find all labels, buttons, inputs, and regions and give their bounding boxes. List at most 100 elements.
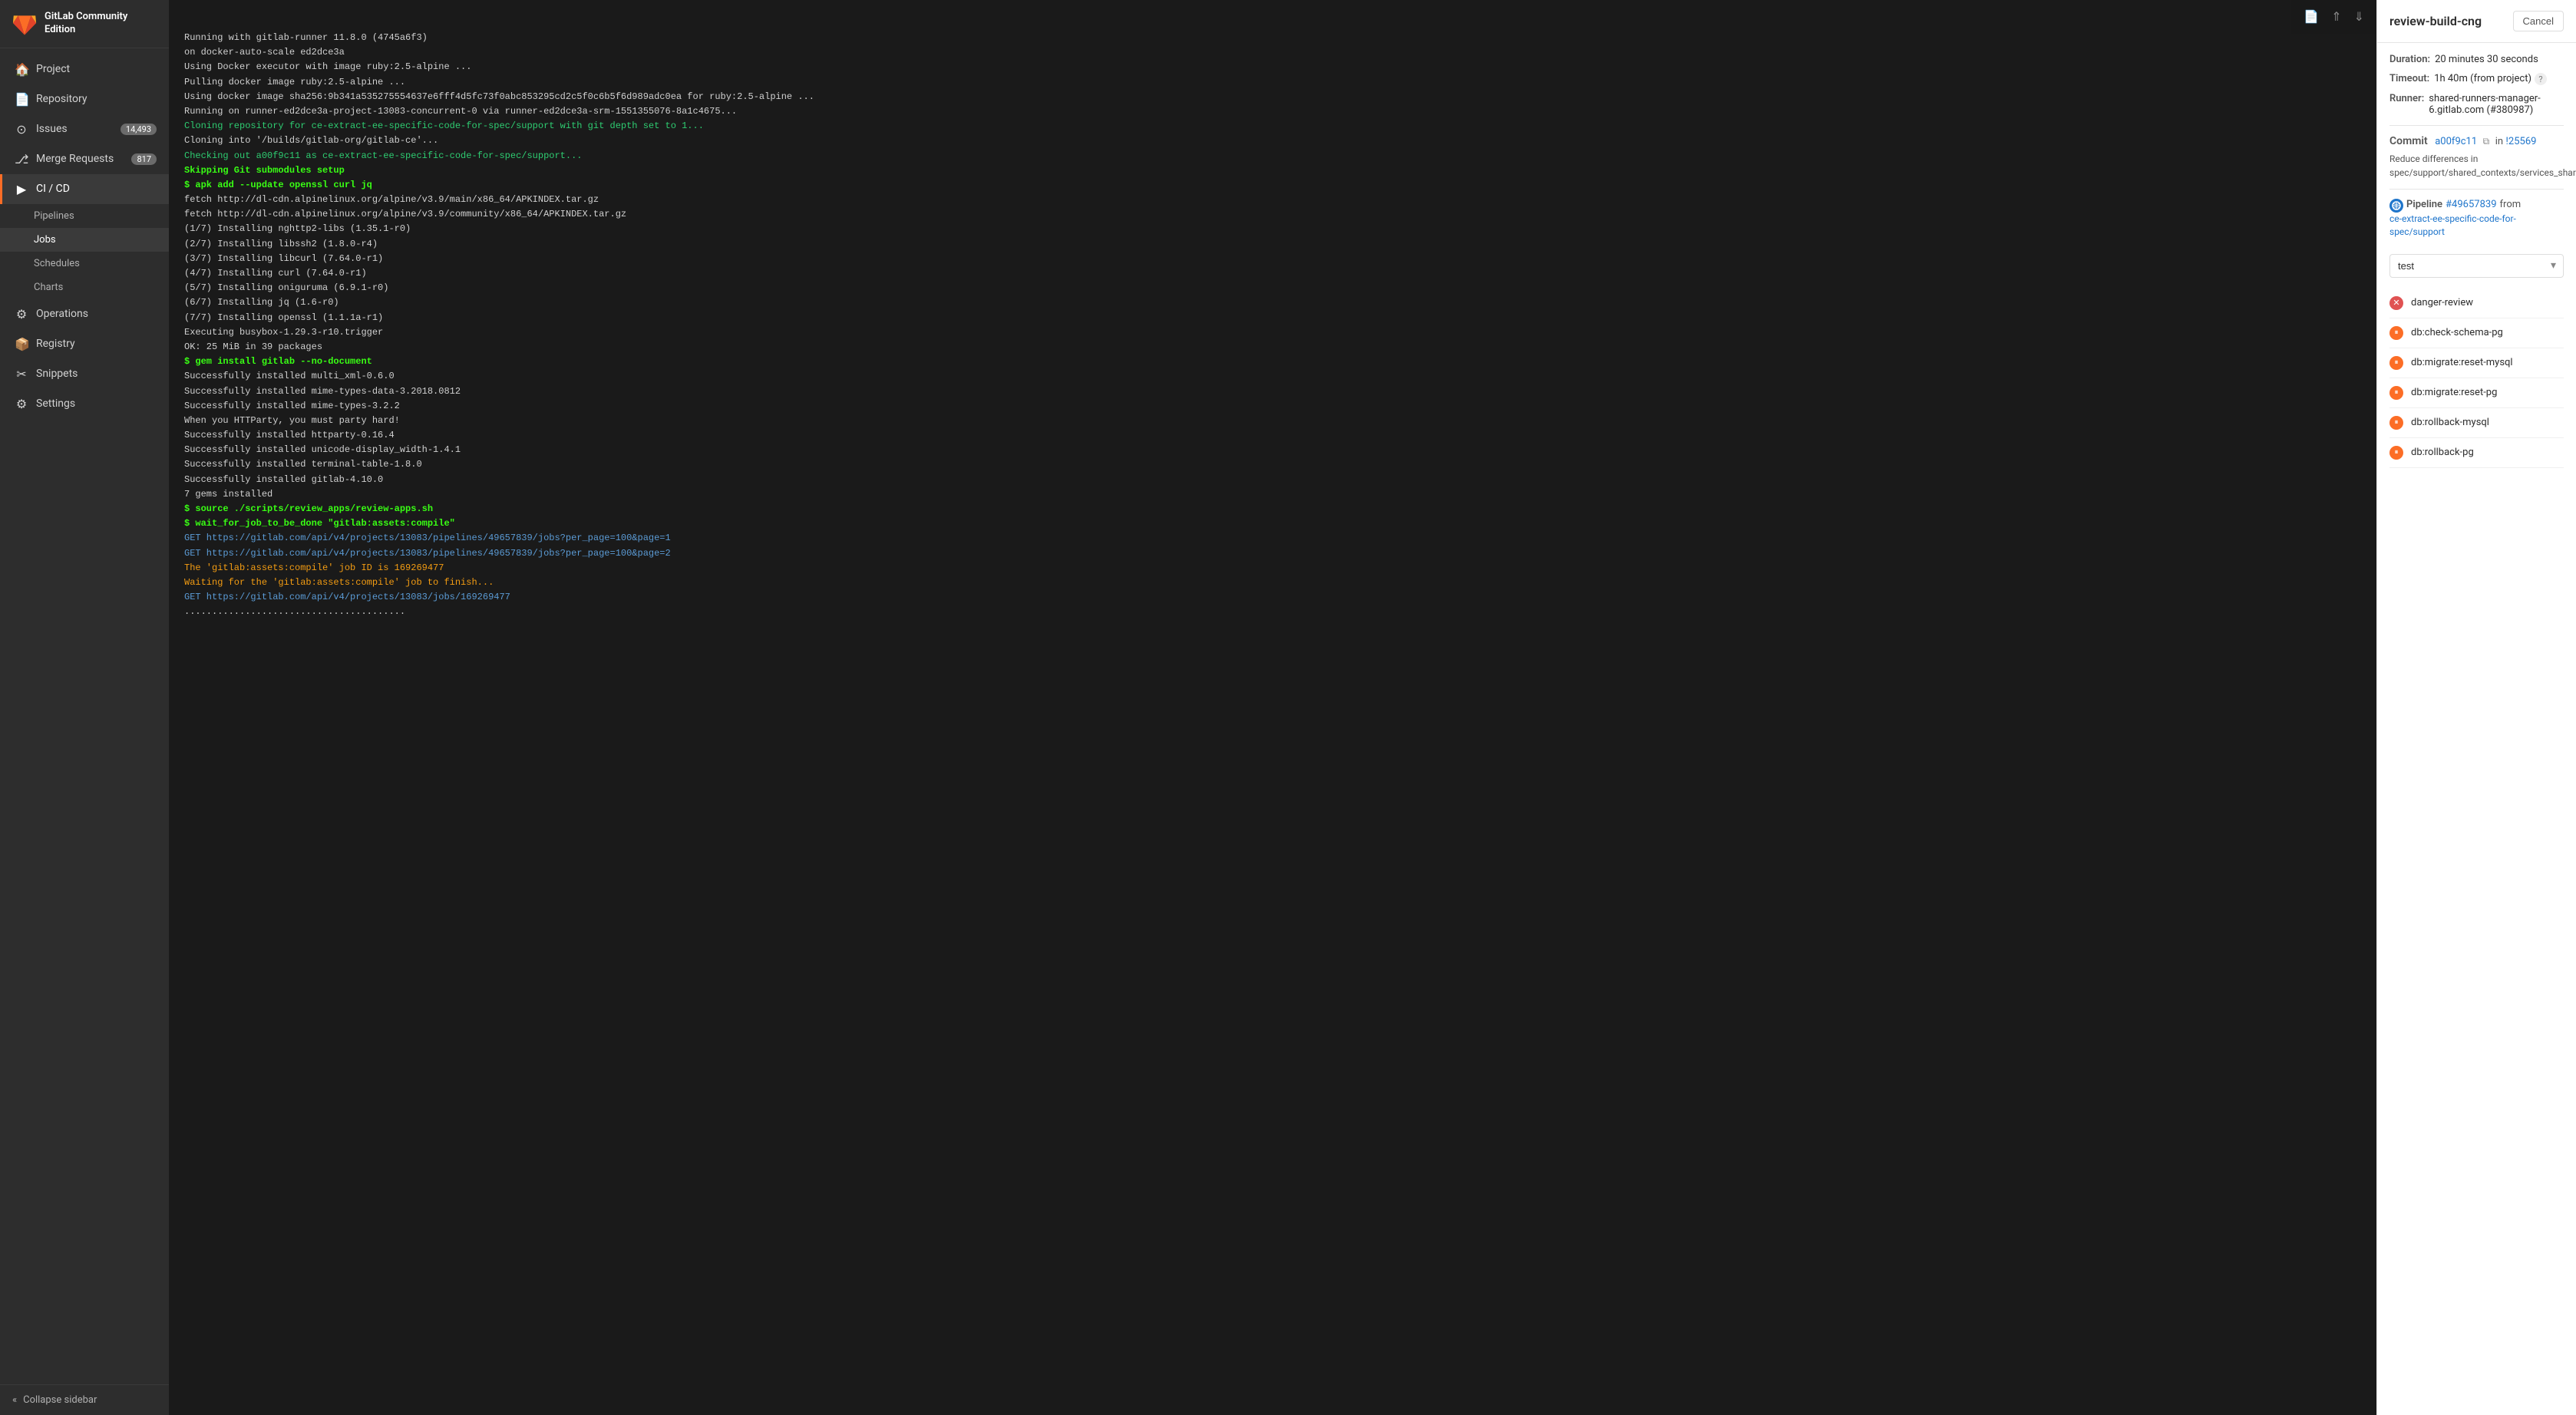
right-panel-header: review-build-cng Cancel <box>2377 0 2576 43</box>
sidebar-item-repository[interactable]: 📄 Repository <box>0 84 169 114</box>
timeout-row: Timeout: 1h 40m (from project) ? <box>2389 73 2564 85</box>
commit-hash-link[interactable]: a00f9c11 <box>2435 136 2477 147</box>
job-list-item[interactable]: ⏸db:migrate:reset-mysql <box>2389 348 2564 378</box>
sidebar-item-operations[interactable]: ⚙ Operations <box>0 299 169 329</box>
sidebar-subitem-jobs[interactable]: Jobs <box>0 228 169 252</box>
terminal-raw-button[interactable]: 📄 <box>2300 6 2322 28</box>
terminal-scroll-bottom-button[interactable]: ⇓ <box>2351 6 2367 28</box>
timeout-label: Timeout: <box>2389 73 2429 84</box>
terminal-line: Pulling docker image ruby:2.5-alpine ... <box>184 75 2361 90</box>
main-area: 📄 ⇑ ⇓ Running with gitlab-runner 11.8.0 … <box>169 0 2576 1415</box>
terminal-line: (3/7) Installing libcurl (7.64.0-r1) <box>184 252 2361 266</box>
issues-icon: ⊙ <box>15 122 28 137</box>
terminal-line: GET https://gitlab.com/api/v4/projects/1… <box>184 531 2361 546</box>
stage-select-wrapper: test <box>2389 248 2564 278</box>
job-name: db:migrate:reset-pg <box>2411 387 2497 398</box>
job-list-item[interactable]: ✕danger-review <box>2389 289 2564 318</box>
job-list-item[interactable]: ⏸db:rollback-pg <box>2389 438 2564 468</box>
terminal-line: Successfully installed mime-types-3.2.2 <box>184 399 2361 414</box>
sidebar-nav: 🏠 Project 📄 Repository ⊙ Issues 14,493 ⎇… <box>0 48 169 1384</box>
terminal-line: Waiting for the 'gitlab:assets:compile' … <box>184 576 2361 590</box>
job-list-item[interactable]: ⏸ db:check-schema-pg <box>2389 318 2564 348</box>
job-name: db:migrate:reset-mysql <box>2411 357 2513 368</box>
terminal-scroll-top-button[interactable]: ⇑ <box>2328 6 2344 28</box>
terminal-line: Using Docker executor with image ruby:2.… <box>184 60 2361 74</box>
sidebar-logo[interactable]: GitLab Community Edition <box>0 0 169 48</box>
commit-mr-link[interactable]: !25569 <box>2506 136 2537 147</box>
job-list-item[interactable]: ⏸ db:migrate:reset-pg <box>2389 378 2564 408</box>
sidebar-subitem-schedules[interactable]: Schedules <box>0 252 169 275</box>
terminal-line: Successfully installed multi_xml-0.6.0 <box>184 369 2361 384</box>
merge-requests-icon: ⎇ <box>15 152 28 167</box>
sidebar-item-settings[interactable]: ⚙ Settings <box>0 389 169 419</box>
sidebar-item-registry[interactable]: 📦 Registry <box>0 329 169 359</box>
runner-label: Runner: <box>2389 93 2424 104</box>
terminal-line: Cloning repository for ce-extract-ee-spe… <box>184 119 2361 134</box>
terminal-output[interactable]: Running with gitlab-runner 11.8.0 (4745a… <box>169 0 2376 1415</box>
terminal-line: 7 gems installed <box>184 487 2361 502</box>
terminal-line: on docker-auto-scale ed2dce3a <box>184 45 2361 60</box>
terminal-line: $ apk add --update openssl curl jq <box>184 178 2361 193</box>
runner-value: shared-runners-manager-6.gitlab.com (#38… <box>2429 93 2564 116</box>
job-status-icon: ⏸ <box>2389 416 2403 430</box>
pipeline-globe-icon <box>2389 199 2403 213</box>
sidebar-item-cicd[interactable]: ▶ CI / CD <box>0 174 169 204</box>
terminal-line: fetch http://dl-cdn.alpinelinux.org/alpi… <box>184 207 2361 222</box>
pipeline-section: Pipeline #49657839 from ce-extract-ee-sp… <box>2389 199 2564 239</box>
job-list-item[interactable]: ⏸ db:rollback-mysql <box>2389 408 2564 438</box>
stage-select[interactable]: test <box>2389 254 2564 278</box>
sidebar-bottom: « Collapse sidebar <box>0 1384 169 1415</box>
commit-label: Commit <box>2389 135 2428 147</box>
operations-icon: ⚙ <box>15 307 28 322</box>
pipeline-branch-link[interactable]: ce-extract-ee-specific-code-for-spec/sup… <box>2389 213 2564 239</box>
job-status-icon: ⏸ <box>2389 326 2403 340</box>
terminal-line: (1/7) Installing nghttp2-libs (1.35.1-r0… <box>184 222 2361 236</box>
cicd-icon: ▶ <box>15 182 28 196</box>
terminal-line: (4/7) Installing curl (7.64.0-r1) <box>184 266 2361 281</box>
job-name: db:check-schema-pg <box>2411 327 2503 338</box>
sidebar: GitLab Community Edition 🏠 Project 📄 Rep… <box>0 0 169 1415</box>
cancel-button[interactable]: Cancel <box>2513 11 2564 31</box>
pipeline-row: Pipeline #49657839 from ce-extract-ee-sp… <box>2389 199 2564 239</box>
commit-row: Commit a00f9c11 ⧉ in !25569 <box>2389 135 2564 147</box>
repository-icon: 📄 <box>15 92 28 107</box>
right-panel-body: Duration: 20 minutes 30 seconds Timeout:… <box>2377 43 2576 479</box>
collapse-sidebar-button[interactable]: « Collapse sidebar <box>12 1394 157 1406</box>
terminal-line: Successfully installed httparty-0.16.4 <box>184 428 2361 443</box>
duration-value: 20 minutes 30 seconds <box>2435 54 2538 65</box>
timeout-value: 1h 40m (from project) <box>2434 73 2531 84</box>
divider-2 <box>2389 189 2564 190</box>
terminal-line: Running with gitlab-runner 11.8.0 (4745a… <box>184 31 2361 45</box>
terminal-line: $ wait_for_job_to_be_done "gitlab:assets… <box>184 516 2361 531</box>
terminal-line: Executing busybox-1.29.3-r10.trigger <box>184 325 2361 340</box>
terminal-line: Successfully installed terminal-table-1.… <box>184 457 2361 472</box>
terminal-line: Checking out a00f9c11 as ce-extract-ee-s… <box>184 149 2361 163</box>
duration-label: Duration: <box>2389 54 2430 65</box>
terminal-toolbar: 📄 ⇑ ⇓ <box>2291 0 2376 34</box>
terminal-line: $ source ./scripts/review_apps/review-ap… <box>184 502 2361 516</box>
sidebar-subitem-charts[interactable]: Charts <box>0 275 169 299</box>
job-status-icon: ⏸ <box>2389 446 2403 460</box>
terminal-line: ........................................ <box>184 605 2361 619</box>
sidebar-item-snippets[interactable]: ✂ Snippets <box>0 359 169 389</box>
app-name: GitLab Community Edition <box>45 11 157 37</box>
terminal-line: (2/7) Installing libssh2 (1.8.0-r4) <box>184 237 2361 252</box>
pipeline-from-text: from <box>2500 199 2522 210</box>
sidebar-subitem-pipelines[interactable]: Pipelines <box>0 204 169 228</box>
terminal-line: Successfully installed gitlab-4.10.0 <box>184 473 2361 487</box>
job-status-icon: ⏸ <box>2389 386 2403 400</box>
sidebar-item-issues[interactable]: ⊙ Issues 14,493 <box>0 114 169 144</box>
right-panel: review-build-cng Cancel Duration: 20 min… <box>2376 0 2576 1415</box>
sidebar-item-project[interactable]: 🏠 Project <box>0 54 169 84</box>
terminal-line: GET https://gitlab.com/api/v4/projects/1… <box>184 546 2361 561</box>
terminal-line: fetch http://dl-cdn.alpinelinux.org/alpi… <box>184 193 2361 207</box>
terminal-line: Successfully installed unicode-display_w… <box>184 443 2361 457</box>
terminal-container: 📄 ⇑ ⇓ Running with gitlab-runner 11.8.0 … <box>169 0 2376 1415</box>
sidebar-item-merge-requests[interactable]: ⎇ Merge Requests 817 <box>0 144 169 174</box>
terminal-line: GET https://gitlab.com/api/v4/projects/1… <box>184 590 2361 605</box>
timeout-help-icon[interactable]: ? <box>2535 73 2547 85</box>
pipeline-number-link[interactable]: #49657839 <box>2446 199 2496 210</box>
terminal-line: Using docker image sha256:9b341a53527555… <box>184 90 2361 104</box>
job-name: db:rollback-mysql <box>2411 417 2489 428</box>
copy-commit-icon[interactable]: ⧉ <box>2483 136 2490 147</box>
